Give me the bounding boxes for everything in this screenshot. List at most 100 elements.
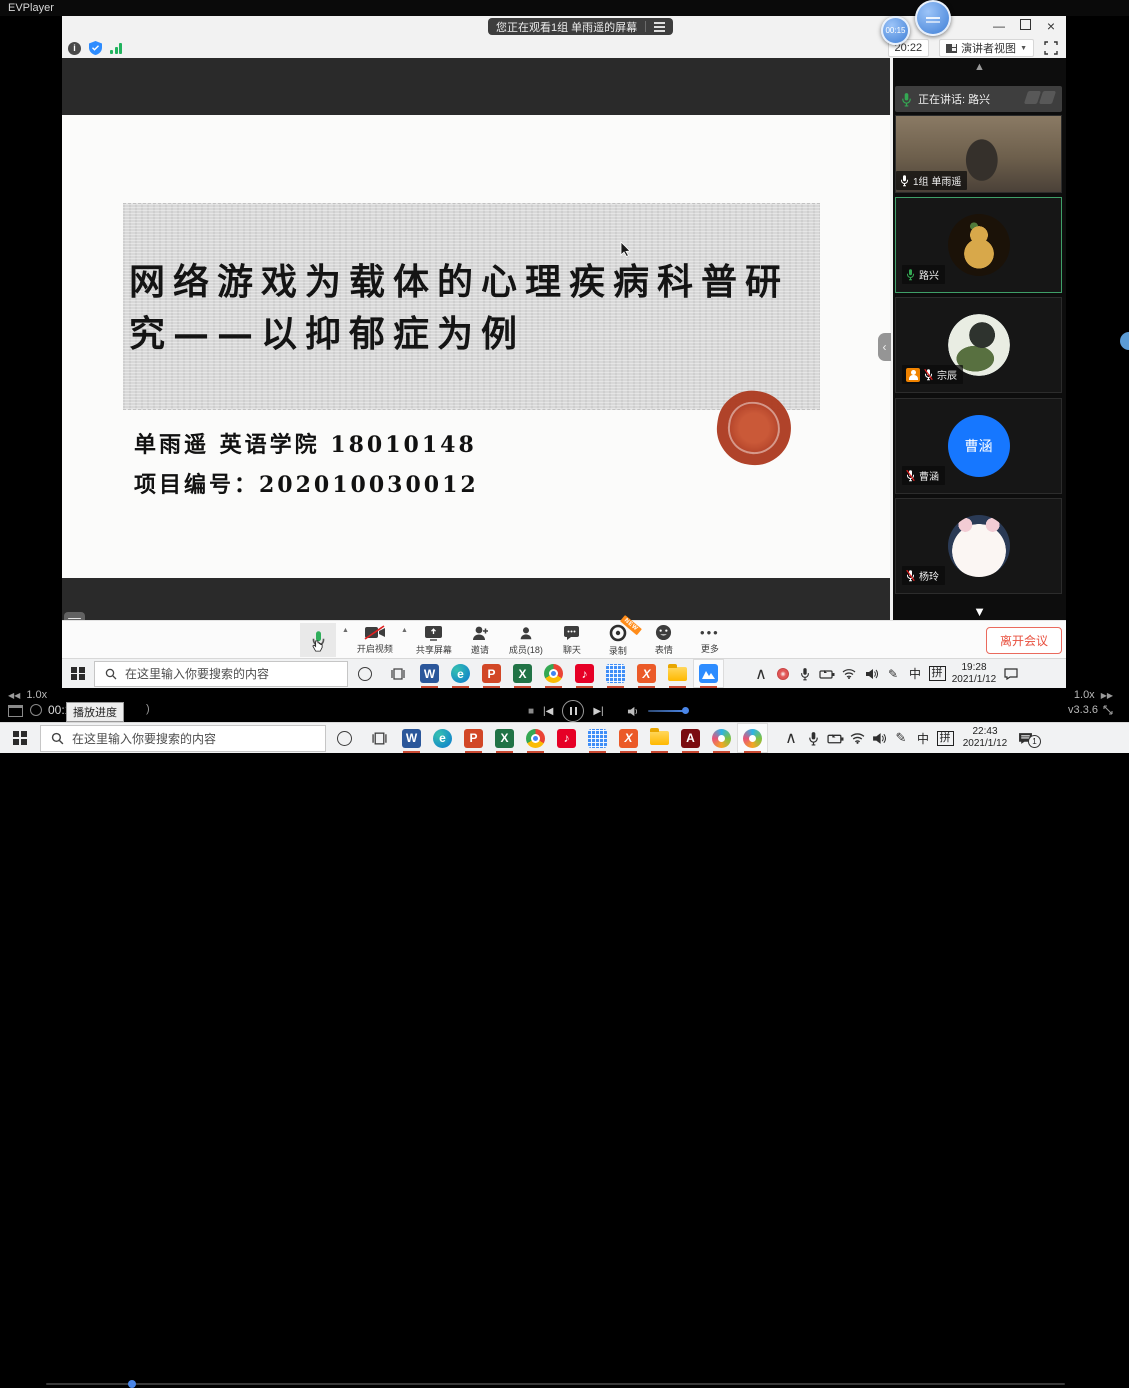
- start-video-button[interactable]: 开启视频: [355, 625, 395, 655]
- members-button[interactable]: 成员(18): [506, 625, 546, 656]
- taskbar-app-word[interactable]: W: [396, 723, 427, 753]
- action-center-icon[interactable]: 1: [1014, 732, 1036, 745]
- floating-countdown-bubble[interactable]: 00:15: [881, 16, 910, 45]
- close-button[interactable]: ×: [1040, 18, 1062, 34]
- security-shield-icon[interactable]: [89, 41, 102, 55]
- edge-float-ball[interactable]: [1120, 332, 1129, 350]
- pause-button[interactable]: [562, 700, 584, 722]
- tray-ink-pen-icon[interactable]: ✎: [882, 667, 904, 681]
- participant-tile[interactable]: 宗辰: [895, 297, 1062, 393]
- network-signal-icon[interactable]: [110, 42, 122, 54]
- taskbar-app-edge[interactable]: e: [445, 659, 476, 688]
- taskbar-app-word[interactable]: W: [414, 659, 445, 688]
- evplayer-titlebar[interactable]: EVPlayer: [0, 0, 1129, 16]
- next-button[interactable]: ▶|: [593, 706, 603, 717]
- participant-video-tile[interactable]: 1组 单雨遥: [895, 115, 1062, 193]
- ime-language-indicator[interactable]: 中: [904, 665, 926, 682]
- video-options-caret[interactable]: ▲: [401, 627, 408, 634]
- tray-mic-icon[interactable]: [794, 667, 816, 681]
- taskbar-app-file-explorer[interactable]: [644, 723, 675, 753]
- watching-banner[interactable]: 您正在观看1组 单雨遥的屏幕: [488, 18, 673, 35]
- taskbar-app-file-explorer[interactable]: [662, 659, 693, 688]
- taskbar-app-xmind[interactable]: X: [631, 659, 662, 688]
- taskbar-app-calendar[interactable]: [600, 659, 631, 688]
- camera-off-icon: [364, 625, 386, 640]
- restore-button[interactable]: [1014, 19, 1036, 33]
- taskbar-app-xmind[interactable]: X: [613, 723, 644, 753]
- chat-button[interactable]: 聊天: [552, 625, 592, 656]
- share-screen-button[interactable]: 共享屏幕: [414, 625, 454, 656]
- volume-icon[interactable]: [627, 706, 639, 717]
- floating-timer-bubble[interactable]: [915, 0, 951, 36]
- taskbar-app-ev-capture[interactable]: [706, 723, 737, 753]
- task-view-icon[interactable]: [382, 668, 414, 680]
- tray-wifi-icon[interactable]: [838, 668, 860, 679]
- cortana-icon[interactable]: [348, 667, 382, 681]
- mute-button[interactable]: [300, 623, 336, 657]
- search-input[interactable]: 在这里输入你要搜索的内容: [94, 661, 348, 687]
- cortana-icon[interactable]: [326, 731, 362, 746]
- tray-clock[interactable]: 22:432021/1/12: [956, 726, 1014, 750]
- tray-battery-icon[interactable]: [816, 669, 838, 679]
- emoji-button[interactable]: 表情: [644, 624, 684, 656]
- record-button[interactable]: NEW 录制: [598, 624, 638, 657]
- participant-tile[interactable]: 路兴: [895, 197, 1062, 293]
- ime-language-indicator[interactable]: 中: [912, 730, 934, 747]
- taskbar-app-edge[interactable]: e: [427, 723, 458, 753]
- taskbar-app-netease-music[interactable]: ♪: [551, 723, 582, 753]
- taskbar-app-powerpoint[interactable]: P: [476, 659, 507, 688]
- taskbar-app-meeting[interactable]: [693, 659, 724, 688]
- sidebar-collapse-handle[interactable]: ‹: [878, 333, 891, 361]
- tray-ink-pen-icon[interactable]: ✎: [890, 730, 912, 746]
- taskbar-app-powerpoint[interactable]: P: [458, 723, 489, 753]
- taskbar-app-acrobat[interactable]: A: [675, 723, 706, 753]
- speed-down-icon[interactable]: ◀◀: [8, 691, 20, 700]
- participant-tile[interactable]: 杨玲: [895, 498, 1062, 594]
- more-button[interactable]: ••• 更多: [690, 626, 730, 655]
- mic-options-caret[interactable]: ▲: [342, 627, 349, 634]
- participant-tile[interactable]: 曹涵 杨玲 曹涵: [895, 398, 1062, 494]
- taskbar-app-excel[interactable]: X: [507, 659, 538, 688]
- speed-up-icon[interactable]: ▶▶: [1101, 691, 1113, 700]
- taskbar-app-chrome[interactable]: [538, 659, 569, 688]
- progress-thumb[interactable]: [128, 1380, 136, 1388]
- ime-pinyin-indicator[interactable]: 拼: [934, 731, 956, 746]
- tray-chevron-icon[interactable]: ∧: [750, 664, 772, 684]
- stop-button[interactable]: ■: [528, 706, 534, 717]
- tray-wifi-icon[interactable]: [846, 732, 868, 744]
- volume-slider[interactable]: [648, 710, 686, 712]
- tray-battery-icon[interactable]: [824, 733, 846, 744]
- tray-clock[interactable]: 19:282021/1/12: [948, 662, 1000, 686]
- fullscreen-icon[interactable]: [1044, 41, 1058, 55]
- meeting-info-icon[interactable]: i: [68, 42, 81, 55]
- taskbar-app-chrome[interactable]: [520, 723, 551, 753]
- tray-mic-icon[interactable]: [802, 731, 824, 746]
- tray-volume-icon[interactable]: [868, 732, 890, 745]
- resize-icon[interactable]: [1103, 705, 1113, 715]
- loop-icon[interactable]: [30, 704, 42, 716]
- start-button[interactable]: [62, 667, 94, 681]
- taskbar-app-evplayer[interactable]: [737, 723, 768, 753]
- leave-meeting-button[interactable]: 离开会议: [986, 627, 1062, 654]
- start-button[interactable]: [0, 731, 40, 745]
- previous-button[interactable]: |◀: [543, 706, 553, 717]
- taskbar-app-calendar[interactable]: [582, 723, 613, 753]
- tray-red-app-icon[interactable]: [772, 668, 794, 680]
- playlist-icon[interactable]: [8, 705, 23, 717]
- tray-chevron-icon[interactable]: ∧: [780, 728, 802, 748]
- progress-track[interactable]: [46, 1383, 1065, 1385]
- taskbar-app-excel[interactable]: X: [489, 723, 520, 753]
- search-input[interactable]: 在这里输入你要搜索的内容: [40, 725, 326, 752]
- minimize-button[interactable]: —: [988, 19, 1010, 33]
- ime-pinyin-indicator[interactable]: 拼: [926, 666, 948, 681]
- taskbar-app-netease-music[interactable]: ♪: [569, 659, 600, 688]
- view-mode-button[interactable]: 演讲者视图 ▼: [939, 39, 1034, 57]
- player-float-menu-icon[interactable]: [64, 612, 85, 620]
- scroll-down-icon[interactable]: ▼: [893, 604, 1066, 619]
- invite-button[interactable]: 邀请: [460, 625, 500, 656]
- task-view-icon[interactable]: [362, 732, 396, 745]
- banner-menu-icon[interactable]: [654, 22, 665, 31]
- tray-volume-icon[interactable]: [860, 668, 882, 680]
- scroll-up-icon[interactable]: ▲: [893, 61, 1066, 73]
- action-center-icon[interactable]: [1000, 668, 1022, 680]
